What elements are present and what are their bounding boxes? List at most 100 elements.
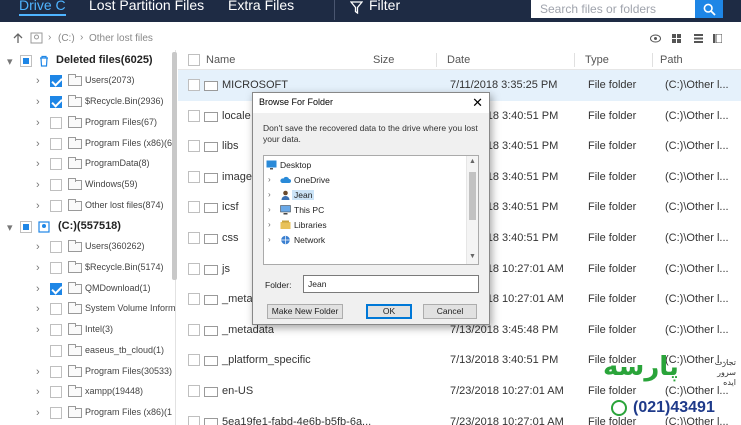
expand-icon[interactable]: ›	[36, 117, 40, 129]
tree-item[interactable]: › System Volume Inform	[0, 299, 175, 319]
row-checkbox[interactable]	[188, 323, 200, 336]
tree-item[interactable]: easeus_tb_cloud(1)	[0, 341, 175, 361]
tree-group-drive-c[interactable]: ▾ (C:)(557518)	[0, 217, 175, 237]
column-type[interactable]: Type	[585, 54, 609, 66]
expand-icon[interactable]: ›	[36, 138, 40, 150]
row-checkbox[interactable]	[188, 415, 200, 425]
tree-item[interactable]: › Other lost files(874)	[0, 196, 175, 216]
row-checkbox[interactable]	[188, 232, 200, 244]
item-checkbox[interactable]	[50, 200, 62, 212]
item-label: Users(360262)	[85, 241, 145, 251]
dialog-folder-tree[interactable]: Desktop › OneDrive › Jean › This PC › Li…	[263, 155, 479, 265]
tree-item[interactable]: › $Recycle.Bin(5174)	[0, 258, 175, 278]
tree-item[interactable]: › xampp(19448)	[0, 382, 175, 402]
item-checkbox[interactable]	[50, 75, 62, 87]
item-checkbox[interactable]	[50, 283, 62, 295]
tab-drive-c[interactable]: Drive C	[19, 0, 66, 16]
column-size[interactable]: Size	[373, 54, 394, 66]
expand-icon[interactable]: ›	[36, 179, 40, 191]
details-view-icon[interactable]	[713, 34, 722, 43]
row-checkbox[interactable]	[188, 109, 200, 122]
item-checkbox[interactable]	[50, 366, 62, 378]
item-checkbox[interactable]	[50, 303, 62, 315]
tree-item[interactable]: › Program Files (x86)(6)	[0, 134, 175, 154]
preview-eye-icon[interactable]	[650, 34, 661, 43]
cancel-button[interactable]: Cancel	[423, 304, 477, 319]
item-checkbox[interactable]	[50, 96, 62, 108]
close-icon[interactable]: ✕	[472, 95, 483, 111]
up-arrow-icon[interactable]	[13, 33, 23, 44]
scroll-up-icon[interactable]: ▲	[469, 158, 476, 165]
tree-item[interactable]: › Intel(3)	[0, 320, 175, 340]
expand-icon[interactable]: ›	[36, 324, 40, 336]
list-view-icon[interactable]	[694, 34, 703, 43]
expand-icon[interactable]: ›	[268, 235, 271, 244]
row-checkbox[interactable]	[188, 262, 200, 275]
column-date[interactable]: Date	[447, 54, 470, 66]
row-checkbox[interactable]	[188, 354, 200, 367]
expand-icon[interactable]: ›	[36, 241, 40, 253]
item-checkbox[interactable]	[50, 241, 62, 253]
expand-icon[interactable]: ›	[36, 158, 40, 170]
row-checkbox[interactable]	[188, 201, 200, 214]
expand-icon[interactable]: ›	[36, 366, 40, 378]
expand-icon[interactable]: ›	[36, 407, 40, 419]
column-name[interactable]: Name	[206, 54, 235, 66]
tree-item[interactable]: › ProgramData(8)	[0, 154, 175, 174]
folder-name-input[interactable]	[303, 275, 479, 293]
group-checkbox[interactable]	[20, 221, 32, 233]
expand-icon[interactable]: ›	[268, 190, 271, 199]
expand-icon[interactable]: ›	[36, 283, 40, 295]
group-checkbox[interactable]	[20, 55, 32, 67]
expand-icon[interactable]: ›	[268, 175, 271, 184]
make-new-folder-button[interactable]: Make New Folder	[267, 304, 343, 319]
select-all-checkbox[interactable]	[188, 54, 200, 66]
tree-item[interactable]: › Windows(59)	[0, 175, 175, 195]
item-checkbox[interactable]	[50, 158, 62, 170]
item-checkbox[interactable]	[50, 345, 62, 357]
collapse-icon[interactable]: ▾	[7, 221, 13, 234]
item-checkbox[interactable]	[50, 324, 62, 336]
scroll-thumb[interactable]	[469, 172, 476, 220]
tree-item[interactable]: › Users(2073)	[0, 71, 175, 91]
row-checkbox[interactable]	[188, 293, 200, 306]
column-path[interactable]: Path	[660, 54, 683, 66]
tree-scrollbar[interactable]	[172, 52, 177, 280]
tree-item[interactable]: › Program Files(67)	[0, 113, 175, 133]
dialog-scrollbar[interactable]: ▲ ▼	[466, 156, 478, 264]
tree-item[interactable]: › Program Files (x86)(1	[0, 403, 175, 423]
expand-icon[interactable]: ›	[36, 96, 40, 108]
tree-item[interactable]: › Users(360262)	[0, 237, 175, 257]
expand-icon[interactable]: ›	[36, 200, 40, 212]
tree-item[interactable]: › $Recycle.Bin(2936)	[0, 92, 175, 112]
item-checkbox[interactable]	[50, 386, 62, 398]
item-checkbox[interactable]	[50, 117, 62, 129]
breadcrumb-drive[interactable]: (C:)	[58, 33, 75, 44]
search-button[interactable]	[695, 0, 723, 18]
collapse-icon[interactable]: ▾	[7, 55, 13, 68]
item-checkbox[interactable]	[50, 138, 62, 150]
item-checkbox[interactable]	[50, 407, 62, 419]
tab-lost-partition-files[interactable]: Lost Partition Files	[89, 0, 204, 13]
search-input[interactable]	[531, 0, 695, 18]
tree-group-deleted-files[interactable]: ▾ Deleted files(6025)	[0, 51, 175, 71]
row-checkbox[interactable]	[188, 170, 200, 183]
tree-item[interactable]: › QMDownload(1)	[0, 279, 175, 299]
row-checkbox[interactable]	[188, 385, 200, 397]
breadcrumb-folder[interactable]: Other lost files	[89, 33, 153, 44]
expand-icon[interactable]: ›	[268, 205, 271, 214]
grid-view-icon[interactable]	[672, 34, 681, 43]
scroll-down-icon[interactable]: ▼	[469, 253, 476, 260]
expand-icon[interactable]: ›	[36, 75, 40, 87]
expand-icon[interactable]: ›	[268, 220, 271, 229]
tab-extra-files[interactable]: Extra Files	[228, 0, 294, 13]
item-checkbox[interactable]	[50, 179, 62, 191]
row-checkbox[interactable]	[188, 79, 200, 91]
row-checkbox[interactable]	[188, 140, 200, 153]
item-checkbox[interactable]	[50, 262, 62, 274]
ok-button[interactable]: OK	[366, 304, 412, 319]
expand-icon[interactable]: ›	[36, 303, 40, 315]
tree-item[interactable]: › Program Files(30533)	[0, 362, 175, 382]
expand-icon[interactable]: ›	[36, 386, 40, 398]
expand-icon[interactable]: ›	[36, 262, 40, 274]
